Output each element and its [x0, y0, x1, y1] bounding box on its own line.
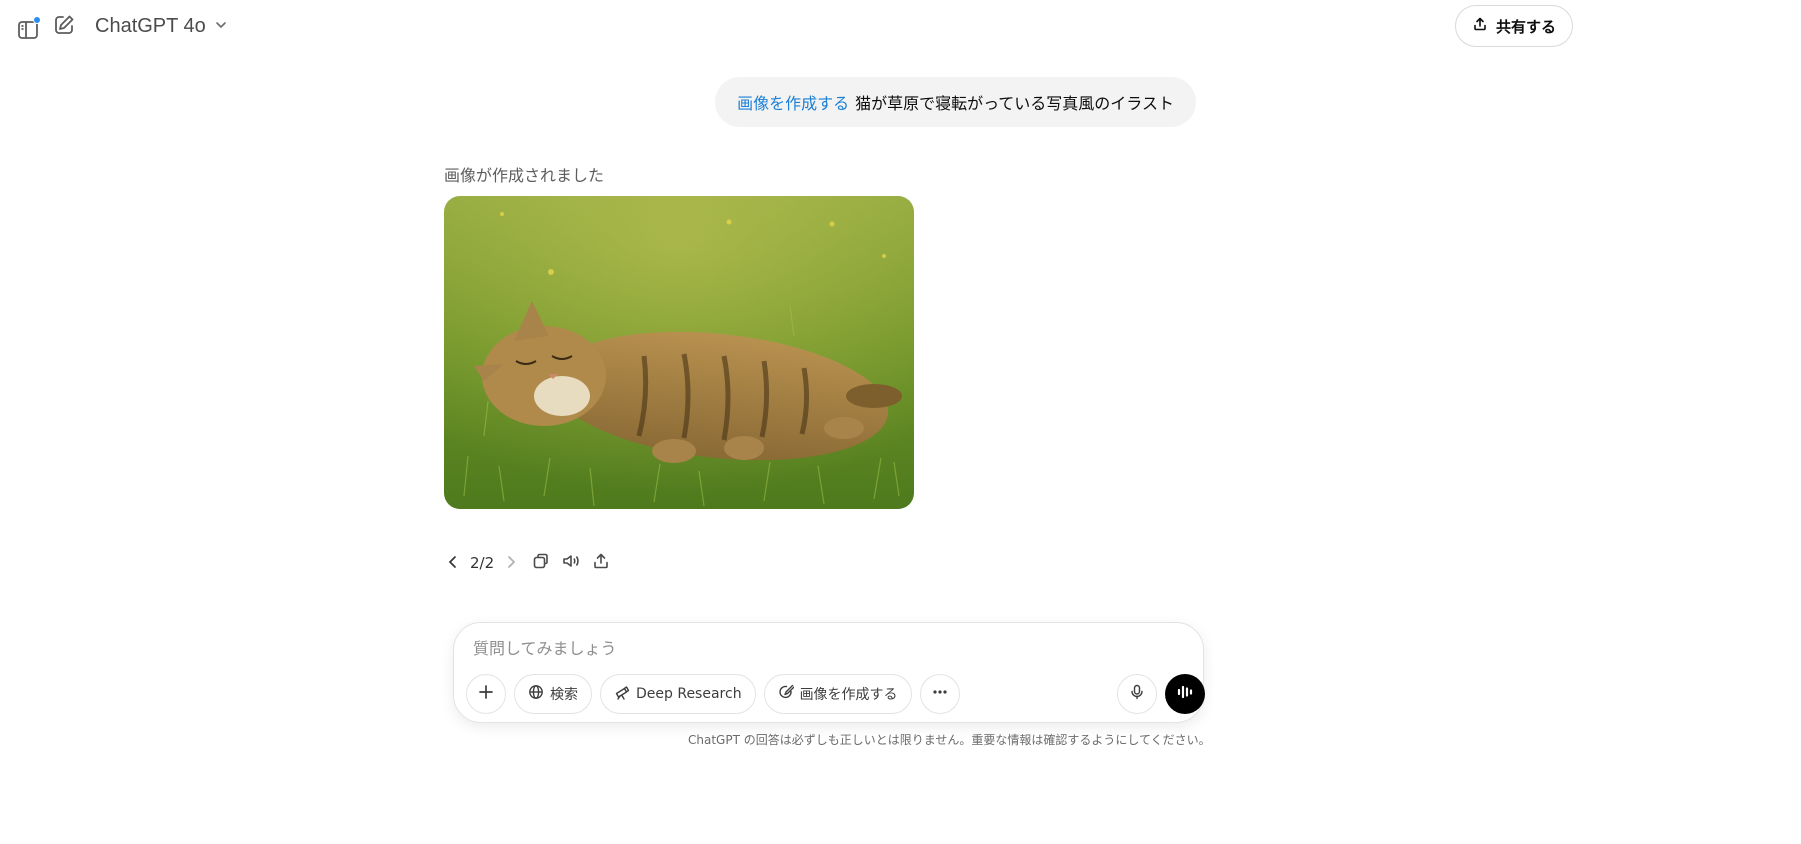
chevron-down-icon: [214, 15, 228, 38]
user-message-text: 猫が草原で寝転がっている写真風のイラスト: [855, 94, 1174, 113]
attach-button[interactable]: [466, 674, 506, 714]
globe-icon: [528, 684, 544, 704]
speaker-icon: [562, 552, 580, 574]
deep-research-button[interactable]: Deep Research: [600, 674, 756, 714]
microphone-icon: [1129, 684, 1145, 704]
dictate-button[interactable]: [1117, 674, 1157, 714]
chevron-left-icon: [446, 554, 460, 573]
voice-mode-button[interactable]: [1165, 674, 1205, 714]
upload-icon: [592, 552, 610, 574]
share-button[interactable]: 共有する: [1455, 5, 1574, 47]
model-selector[interactable]: ChatGPT 4o: [95, 15, 228, 38]
generated-image[interactable]: [444, 196, 914, 509]
more-tools-button[interactable]: [919, 674, 960, 714]
sidebar-icon: [16, 16, 41, 42]
read-aloud-button[interactable]: [556, 548, 586, 578]
more-dots-icon: [932, 684, 948, 704]
search-tool-button[interactable]: 検索: [514, 674, 592, 714]
telescope-icon: [614, 684, 630, 704]
share-message-button[interactable]: [586, 548, 616, 578]
prompt-input[interactable]: [473, 639, 1173, 658]
deep-research-label: Deep Research: [636, 686, 742, 702]
notification-dot: [33, 16, 41, 24]
image-brush-icon: [778, 684, 795, 704]
share-label: 共有する: [1496, 17, 1557, 36]
composer: 検索 Deep Research 画像を作成する: [453, 622, 1205, 723]
sidebar-toggle-button[interactable]: [10, 12, 46, 48]
new-chat-button[interactable]: [46, 9, 82, 45]
response-pager: 2/2: [470, 554, 495, 572]
voice-waveform-icon: [1175, 682, 1195, 706]
search-tool-label: 検索: [550, 687, 578, 703]
model-name: ChatGPT 4o: [95, 15, 206, 37]
previous-response-button[interactable]: [438, 548, 468, 578]
generated-image-picture: [444, 196, 914, 509]
message-actions: 2/2: [438, 548, 616, 578]
copy-button[interactable]: [526, 548, 556, 578]
disclaimer-text: ChatGPT の回答は必ずしも正しいとは限りません。重要な情報は確認するように…: [688, 733, 1211, 747]
image-status-text: 画像が作成されました: [444, 166, 605, 185]
user-message: 画像を作成する 猫が草原で寝転がっている写真風のイラスト: [715, 77, 1196, 127]
share-upload-icon: [1472, 16, 1488, 36]
copy-icon: [532, 552, 550, 574]
tool-tag[interactable]: 画像を作成する: [737, 90, 849, 114]
create-image-button[interactable]: 画像を作成する: [763, 674, 912, 714]
next-response-button[interactable]: [496, 548, 526, 578]
create-image-label: 画像を作成する: [799, 687, 898, 703]
chevron-right-icon: [504, 554, 518, 573]
new-chat-icon: [52, 13, 76, 41]
plus-icon: [478, 684, 494, 704]
